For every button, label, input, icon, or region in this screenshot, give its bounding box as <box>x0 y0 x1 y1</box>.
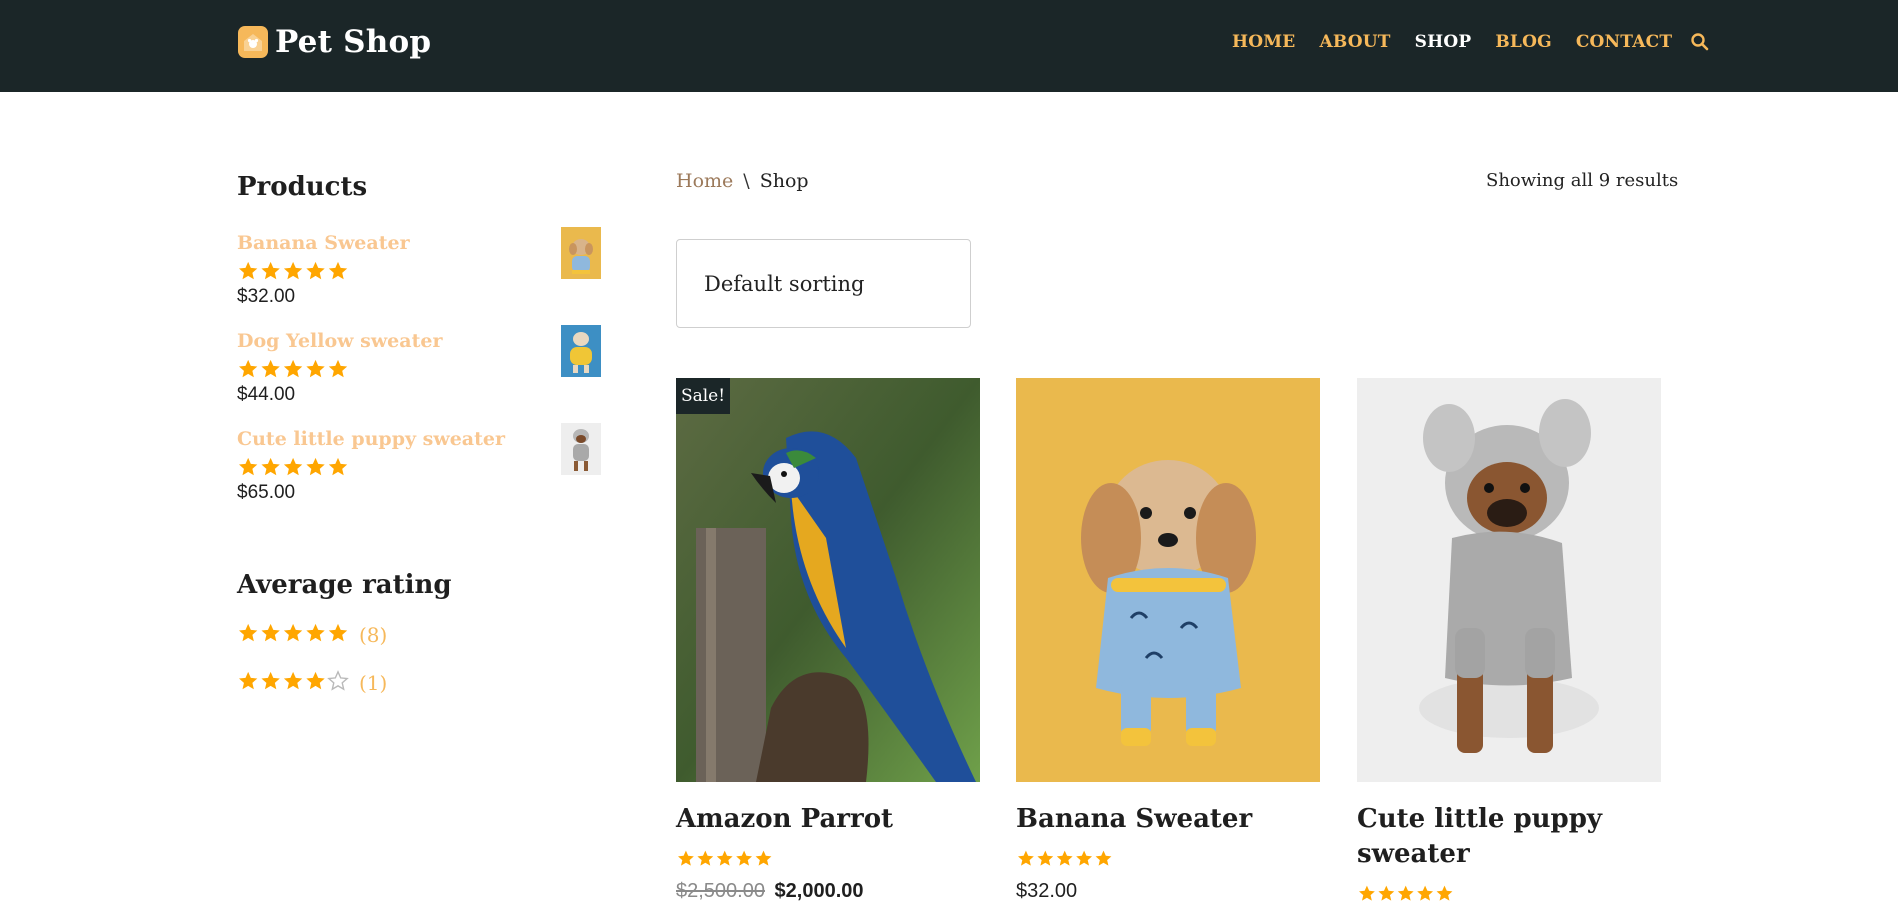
product-image-puppy-sweater[interactable] <box>1357 378 1661 782</box>
star-filled-icon <box>1436 885 1453 901</box>
rating-widget-title: Average rating <box>237 570 452 600</box>
product-title[interactable]: Banana Sweater <box>1016 802 1320 837</box>
star-filled-icon <box>328 359 348 378</box>
star-filled-icon <box>306 671 325 690</box>
stars-graphic <box>239 359 348 378</box>
sidebar-product-link[interactable]: Dog Yellow sweater <box>237 330 442 352</box>
star-filled-icon <box>239 457 258 476</box>
star-filled-icon <box>1359 885 1375 901</box>
result-count: Showing all 9 results <box>1486 170 1679 191</box>
sale-badge: Sale! <box>676 378 730 414</box>
star-filled-icon <box>1018 850 1034 866</box>
star-filled-icon <box>736 850 753 866</box>
star-filled-icon <box>239 623 258 642</box>
star-filled-icon <box>283 359 303 378</box>
sidebar-product-link[interactable]: Banana Sweater <box>237 232 410 254</box>
product-thumbnail[interactable] <box>561 423 601 475</box>
star-filled-icon <box>716 850 733 866</box>
star-filled-icon <box>1037 850 1054 866</box>
rating-count: (1) <box>359 671 388 695</box>
star-filled-icon <box>261 623 280 642</box>
star-filled-icon <box>1378 885 1395 901</box>
star-filled-icon <box>283 671 303 690</box>
star-filled-icon <box>261 261 280 280</box>
star-empty-icon <box>327 670 349 691</box>
star-filled-icon <box>239 671 258 690</box>
star-filled-icon <box>328 261 348 280</box>
product-price: $32.00 <box>1016 880 1078 902</box>
star-rating <box>1016 849 1115 872</box>
product-price: $2,500.00 $2,000.00 <box>676 880 864 903</box>
star-rating <box>237 622 351 648</box>
star-filled-icon <box>261 359 280 378</box>
product-image-banana-sweater[interactable] <box>1016 378 1320 782</box>
product-title[interactable]: Cute little puppy sweater <box>1357 802 1637 872</box>
star-filled-icon <box>697 850 714 866</box>
rating-filter-4[interactable]: (1) <box>237 670 387 696</box>
star-filled-icon <box>239 261 258 280</box>
rating-count: (8) <box>359 623 388 647</box>
star-filled-icon <box>1076 850 1093 866</box>
site-logo[interactable]: Pet Shop <box>238 24 431 60</box>
sorting-select[interactable]: Default sorting <box>676 239 971 328</box>
stars-graphic <box>1359 885 1453 901</box>
pet-house-icon <box>238 26 268 58</box>
sidebar-product-link[interactable]: Cute little puppy sweater <box>237 428 505 450</box>
star-filled-icon <box>1397 885 1414 901</box>
star-rating <box>237 670 351 696</box>
star-filled-icon <box>328 457 348 476</box>
product-price: $32.00 <box>237 286 296 307</box>
stars-graphic <box>678 850 772 866</box>
star-filled-icon <box>283 457 303 476</box>
star-filled-icon <box>1095 850 1112 866</box>
star-filled-icon <box>306 623 325 642</box>
product-price: $65.00 <box>237 482 296 503</box>
product-title[interactable]: Amazon Parrot <box>676 802 980 837</box>
stars-graphic <box>1018 850 1112 866</box>
star-filled-icon <box>306 359 325 378</box>
breadcrumb-current: Shop <box>759 170 809 192</box>
star-rating <box>676 849 775 872</box>
star-filled-icon <box>306 261 325 280</box>
star-rating <box>237 260 351 286</box>
breadcrumb: Home \ Shop <box>676 170 809 192</box>
old-price: $2,500.00 <box>676 880 765 902</box>
nav-home[interactable]: HOME <box>1232 32 1295 52</box>
star-rating <box>1357 884 1456 907</box>
product-thumbnail[interactable] <box>561 325 601 377</box>
product-price: $44.00 <box>237 384 296 405</box>
main-nav: HOME ABOUT SHOP BLOG CONTACT <box>1232 32 1710 52</box>
nav-blog[interactable]: BLOG <box>1495 32 1551 52</box>
nav-contact[interactable]: CONTACT <box>1576 32 1672 52</box>
star-filled-icon <box>261 671 280 690</box>
stars-graphic <box>239 670 349 691</box>
sale-price: $2,000.00 <box>774 880 864 902</box>
product-thumbnail[interactable] <box>561 227 601 279</box>
star-filled-icon <box>678 850 694 866</box>
star-filled-icon <box>328 623 348 642</box>
star-rating <box>237 358 351 384</box>
stars-graphic <box>239 623 348 642</box>
star-filled-icon <box>306 457 325 476</box>
brand-name: Pet Shop <box>275 24 432 60</box>
product-image-amazon-parrot[interactable] <box>676 378 980 782</box>
star-filled-icon <box>755 850 772 866</box>
star-rating <box>237 456 351 482</box>
search-icon[interactable] <box>1690 32 1710 52</box>
star-filled-icon <box>239 359 258 378</box>
star-filled-icon <box>1056 850 1073 866</box>
stars-graphic <box>239 457 348 476</box>
products-widget-title: Products <box>237 172 368 202</box>
rating-filter-5[interactable]: (8) <box>237 622 387 648</box>
nav-shop[interactable]: SHOP <box>1415 32 1472 52</box>
stars-graphic <box>239 261 348 280</box>
breadcrumb-home[interactable]: Home <box>676 170 733 192</box>
star-filled-icon <box>1417 885 1434 901</box>
site-header: Pet Shop HOME ABOUT SHOP BLOG CONTACT <box>0 0 1898 92</box>
star-filled-icon <box>283 623 303 642</box>
breadcrumb-separator: \ <box>743 170 750 192</box>
star-filled-icon <box>283 261 303 280</box>
star-filled-icon <box>261 457 280 476</box>
nav-about[interactable]: ABOUT <box>1319 32 1390 52</box>
